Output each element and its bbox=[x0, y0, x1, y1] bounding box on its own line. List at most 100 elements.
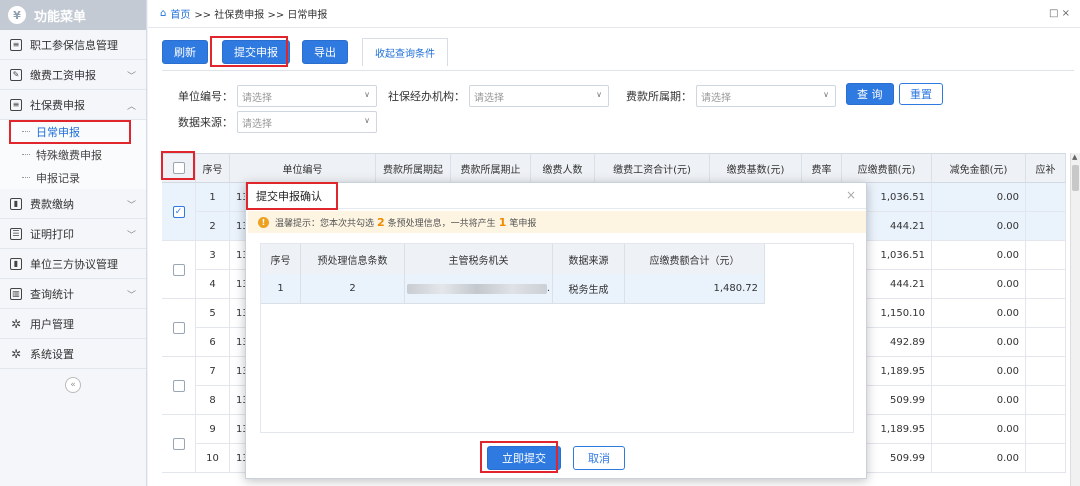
sidebar-subitem-daily-declaration[interactable]: 日常申报 bbox=[0, 120, 146, 143]
chevron-down-icon: ﹀ bbox=[126, 72, 136, 82]
sidebar-item-label: 证明打印 bbox=[30, 227, 74, 241]
chevron-down-icon: ∨ bbox=[364, 90, 370, 99]
row-checkbox-cell bbox=[162, 241, 196, 299]
table-cell: 0.00 bbox=[932, 241, 1026, 270]
gear-icon: ✲ bbox=[10, 316, 22, 331]
table-cell bbox=[1026, 270, 1066, 299]
document-icon: ≡ bbox=[10, 98, 22, 111]
sidebar: ¥ 功能菜单 ≡ 职工参保信息管理 ✎ 缴费工资申报 ﹀ ≡ 社保费申报 ︿ 日… bbox=[0, 0, 147, 486]
filter-unit-code: 单位编号： 请选择 ∨ bbox=[178, 85, 377, 107]
window-controls-icon[interactable]: □ × bbox=[1049, 8, 1070, 19]
row-checkbox-cell bbox=[162, 415, 196, 473]
filter-agency: 社保经办机构： 请选择 ∨ bbox=[388, 85, 609, 107]
breadcrumb: ⌂ 首页 >> 社保费申报 >> 日常申报 □ × bbox=[148, 0, 1080, 28]
sidebar-item-label: 单位三方协议管理 bbox=[30, 257, 118, 271]
select-all-checkbox[interactable] bbox=[172, 162, 185, 174]
table-cell: 7 bbox=[196, 357, 230, 386]
table-cell bbox=[1026, 415, 1066, 444]
dialog-cell-source: 税务生成 bbox=[553, 274, 625, 304]
table-cell bbox=[1026, 444, 1066, 473]
row-checkbox[interactable] bbox=[172, 437, 185, 450]
edit-icon: ✎ bbox=[10, 68, 22, 81]
sidebar-subitem-special-declaration[interactable]: 特殊缴费申报 bbox=[0, 143, 146, 166]
sidebar-item-label: 系统设置 bbox=[30, 347, 74, 361]
table-cell: 5 bbox=[196, 299, 230, 328]
query-button[interactable]: 查 询 bbox=[846, 83, 894, 105]
table-cell bbox=[1026, 212, 1066, 241]
sidebar-item-query-statistics[interactable]: ▥ 查询统计 ﹀ bbox=[0, 279, 146, 309]
yen-logo-icon: ¥ bbox=[8, 6, 26, 24]
row-checkbox[interactable] bbox=[172, 321, 185, 334]
vertical-scrollbar[interactable]: ▲ bbox=[1070, 153, 1080, 486]
agency-select[interactable]: 请选择 ∨ bbox=[469, 85, 609, 107]
breadcrumb-home[interactable]: 首页 bbox=[170, 6, 190, 21]
table-cell: 0.00 bbox=[932, 357, 1026, 386]
placeholder: 请选择 bbox=[242, 92, 272, 104]
table-cell: 0.00 bbox=[932, 270, 1026, 299]
dialog-cell-count: 2 bbox=[301, 274, 405, 304]
dialog-header-total: 应缴费额合计（元） bbox=[625, 244, 765, 274]
refresh-button[interactable]: 刷新 bbox=[162, 40, 208, 64]
sidebar-title: 功能菜单 bbox=[34, 9, 87, 25]
header-supplement: 应补 bbox=[1026, 154, 1066, 183]
sidebar-item-system-settings[interactable]: ✲ 系统设置 bbox=[0, 339, 146, 369]
export-button[interactable]: 导出 bbox=[302, 40, 348, 64]
collapse-sidebar-icon[interactable]: « bbox=[65, 377, 81, 393]
table-cell: 1 bbox=[196, 183, 230, 212]
chart-icon: ▥ bbox=[10, 287, 22, 300]
row-checkbox-cell bbox=[162, 299, 196, 357]
row-checkbox-cell bbox=[162, 357, 196, 415]
dialog-cell-seq: 1 bbox=[261, 274, 301, 304]
table-cell: 6 bbox=[196, 328, 230, 357]
table-cell: 8 bbox=[196, 386, 230, 415]
cancel-button[interactable]: 取消 bbox=[573, 446, 625, 470]
breadcrumb-path: >> 社保费申报 >> 日常申报 bbox=[194, 10, 328, 21]
header-base: 缴费基数(元) bbox=[710, 154, 802, 183]
chevron-down-icon: ∨ bbox=[823, 90, 829, 99]
sidebar-subitem-declaration-records[interactable]: 申报记录 bbox=[0, 166, 146, 189]
scrollbar-thumb[interactable] bbox=[1072, 165, 1079, 191]
period-select[interactable]: 请选择 ∨ bbox=[696, 85, 836, 107]
select-all-header bbox=[162, 154, 196, 183]
sidebar-item-user-management[interactable]: ✲ 用户管理 bbox=[0, 309, 146, 339]
placeholder: 请选择 bbox=[701, 92, 731, 104]
header-rate: 费率 bbox=[802, 154, 842, 183]
placeholder: 请选择 bbox=[474, 92, 504, 104]
unit-code-select[interactable]: 请选择 ∨ bbox=[237, 85, 377, 107]
gear-icon: ✲ bbox=[10, 346, 22, 361]
row-checkbox[interactable]: ✓ bbox=[172, 205, 185, 218]
sidebar-item-certificate-print[interactable]: ☰ 证明打印 ﹀ bbox=[0, 219, 146, 249]
chevron-down-icon: ∨ bbox=[596, 90, 602, 99]
header-wage-total: 缴费工资合计(元) bbox=[595, 154, 710, 183]
row-checkbox[interactable] bbox=[172, 263, 185, 276]
tab-collapse-filters[interactable]: 收起查询条件 bbox=[362, 38, 448, 66]
id-card-icon: ≡ bbox=[10, 38, 22, 51]
dialog-title: 提交申报确认 bbox=[246, 183, 866, 209]
sidebar-item-wage-declaration[interactable]: ✎ 缴费工资申报 ﹀ bbox=[0, 60, 146, 90]
data-source-select[interactable]: 请选择 ∨ bbox=[237, 111, 377, 133]
tax-office-suffix: . bbox=[546, 283, 551, 294]
row-checkbox[interactable] bbox=[172, 379, 185, 392]
dialog-header-count: 预处理信息条数 bbox=[301, 244, 405, 274]
sidebar-item-payment[interactable]: ▮ 费款缴纳 ﹀ bbox=[0, 189, 146, 219]
table-cell: 0.00 bbox=[932, 444, 1026, 473]
sidebar-item-social-insurance-declaration[interactable]: ≡ 社保费申报 ︿ bbox=[0, 90, 146, 120]
chevron-up-icon: ︿ bbox=[126, 102, 136, 112]
agency-label: 社保经办机构： bbox=[388, 90, 465, 103]
submit-now-button[interactable]: 立即提交 bbox=[487, 446, 561, 470]
scroll-up-icon[interactable]: ▲ bbox=[1072, 153, 1077, 161]
sidebar-item-employee-info[interactable]: ≡ 职工参保信息管理 bbox=[0, 30, 146, 60]
header-period-start: 费款所属期起 bbox=[376, 154, 451, 183]
sidebar-item-label: 用户管理 bbox=[30, 317, 74, 331]
chevron-down-icon: ﹀ bbox=[126, 201, 136, 211]
close-icon[interactable]: × bbox=[846, 188, 856, 202]
period-label: 费款所属期： bbox=[626, 90, 692, 103]
warning-icon: ! bbox=[258, 216, 269, 228]
warning-tip: ! 温馨提示：您本次共勾选 2 条预处理信息，一共将产生 1 笔申报 bbox=[248, 211, 866, 233]
submit-declaration-button[interactable]: 提交申报 bbox=[222, 40, 290, 64]
dialog-header-source: 数据来源 bbox=[553, 244, 625, 274]
sidebar-item-tripartite-agreement[interactable]: ▮ 单位三方协议管理 bbox=[0, 249, 146, 279]
table-cell: 0.00 bbox=[932, 328, 1026, 357]
reset-button[interactable]: 重置 bbox=[899, 83, 943, 105]
dialog-header-seq: 序号 bbox=[261, 244, 301, 274]
